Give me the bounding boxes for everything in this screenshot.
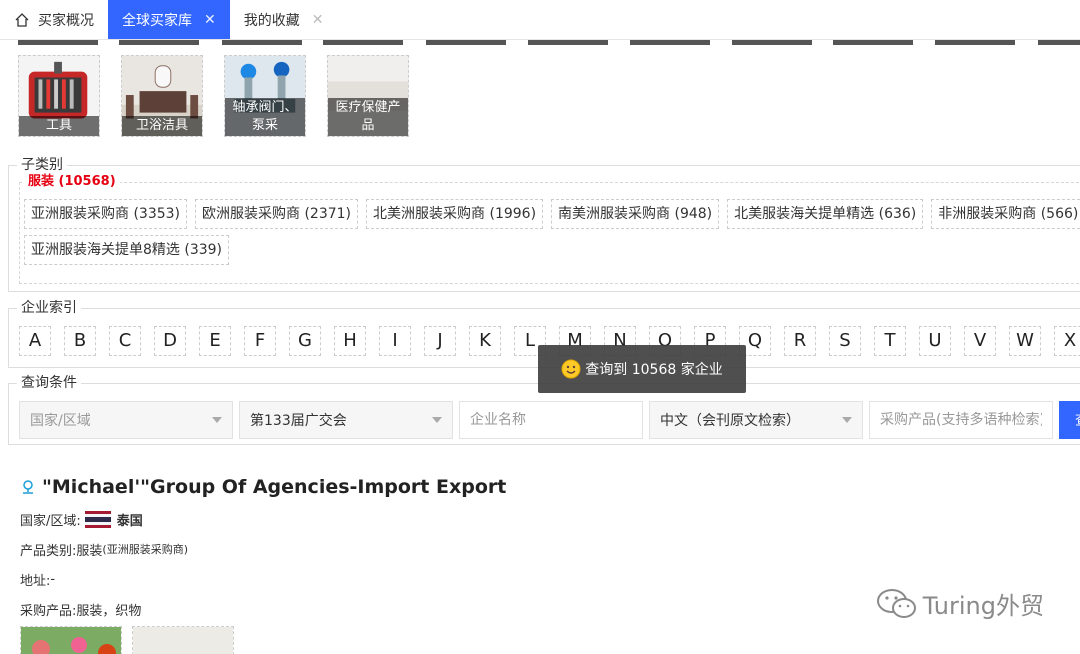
category-sub: (亚洲服装采购商) <box>102 543 188 556</box>
letter-button-u[interactable]: U <box>919 326 951 356</box>
home-icon <box>15 12 29 27</box>
wechat-icon <box>876 588 916 618</box>
letter-button-t[interactable]: T <box>874 326 906 356</box>
letter-button-e[interactable]: E <box>199 326 231 356</box>
letter-button-f[interactable]: F <box>244 326 276 356</box>
query-legend: 查询条件 <box>17 374 81 392</box>
fair-value: 第133届广交会 <box>250 413 347 429</box>
subcategory-chip[interactable]: 非洲服装采购商 (566) <box>931 199 1080 229</box>
products-value: 服装，织物 <box>76 603 142 619</box>
country-line: 国家/区域: 泰国 <box>20 508 1060 530</box>
subcategory-chip-list: 亚洲服装采购商 (3353) 欧洲服装采购商 (2371) 北美洲服装采购商 (… <box>24 199 1080 265</box>
product-thumbnail[interactable] <box>132 626 234 654</box>
address-label: 地址: <box>20 573 51 589</box>
category-label: 医疗保健产品 <box>328 98 408 136</box>
letter-button-w[interactable]: W <box>1009 326 1041 356</box>
company-name-input[interactable] <box>459 401 643 439</box>
tab-bar: 买家概况 全球买家库 ✕ 我的收藏 ✕ <box>0 0 1080 40</box>
subcategory-chip[interactable]: 北美服装海关提单精选 (636) <box>727 199 924 229</box>
letter-button-a[interactable]: A <box>19 326 51 356</box>
subcategory-chip[interactable]: 欧洲服装采购商 (2371) <box>195 199 359 229</box>
letter-button-v[interactable]: V <box>964 326 996 356</box>
subcategory-legend: 子类别 <box>17 156 67 174</box>
category-label: 轴承阀门、泵采 <box>225 98 305 136</box>
tab-label: 我的收藏 <box>243 12 300 29</box>
letter-button-x[interactable]: X <box>1054 326 1080 356</box>
subcategory-chip[interactable]: 亚洲服装采购商 (3353) <box>24 199 188 229</box>
chevron-down-icon <box>432 417 442 423</box>
category-line: 产品类别: 服装 (亚洲服装采购商) <box>20 538 1060 560</box>
chevron-down-icon <box>212 417 222 423</box>
result-count-toast: 查询到 10568 家企业 <box>538 345 746 393</box>
watermark-text: Turing外贸 <box>922 592 1044 620</box>
letter-button-r[interactable]: R <box>784 326 816 356</box>
letter-button-g[interactable]: G <box>289 326 321 356</box>
subcategory-chip[interactable]: 亚洲服装海关提单8精选 (339) <box>24 235 230 265</box>
fair-select[interactable]: 第133届广交会 <box>239 401 453 439</box>
tab-label: 买家概况 <box>38 12 94 29</box>
thailand-flag-icon <box>84 510 111 528</box>
smile-icon <box>561 359 581 379</box>
letter-button-s[interactable]: S <box>829 326 861 356</box>
language-value: 中文（会刊原文检索） <box>660 413 800 429</box>
category-card-bathroom[interactable]: 卫浴洁具 <box>121 55 203 137</box>
query-row: 国家/区域 第133届广交会 中文（会刊原文检索） 查 <box>19 401 1080 439</box>
fabric-floral-image <box>21 627 121 654</box>
letter-button-c[interactable]: C <box>109 326 141 356</box>
toast-text: 查询到 10568 家企业 <box>585 362 723 378</box>
tab-global-buyer-db[interactable]: 全球买家库 ✕ <box>108 0 230 39</box>
country-value: 泰国 <box>116 513 143 529</box>
language-select[interactable]: 中文（会刊原文检索） <box>649 401 863 439</box>
product-input[interactable] <box>869 401 1053 439</box>
letter-button-b[interactable]: B <box>64 326 96 356</box>
subcategory-section: 子类别 服装 (10568) 亚洲服装采购商 (3353) 欧洲服装采购商 (2… <box>8 156 1080 292</box>
fabric-plain-image <box>133 627 233 654</box>
chevron-down-icon <box>842 417 852 423</box>
search-button[interactable]: 查 <box>1059 401 1080 439</box>
letter-button-j[interactable]: J <box>424 326 456 356</box>
subcategory-chip[interactable]: 南美洲服装采购商 (948) <box>551 199 720 229</box>
close-icon[interactable]: ✕ <box>204 12 216 28</box>
category-label: 工具 <box>19 116 99 136</box>
company-name: "Michael'"Group Of Agencies-Import Expor… <box>42 476 507 498</box>
subcategory-heading[interactable]: 服装 (10568) <box>24 174 120 190</box>
region-placeholder: 国家/区域 <box>30 413 91 429</box>
products-label: 采购产品: <box>20 603 77 619</box>
category-value: 服装 <box>76 543 103 559</box>
address-value: - <box>50 571 56 587</box>
company-title[interactable]: "Michael'"Group Of Agencies-Import Expor… <box>20 474 1060 500</box>
tab-label: 全球买家库 <box>122 12 192 29</box>
category-label: 卫浴洁具 <box>122 116 202 136</box>
tab-my-favorites[interactable]: 我的收藏 ✕ <box>230 0 338 39</box>
company-index-legend: 企业索引 <box>17 299 81 317</box>
product-thumbnails <box>20 626 234 654</box>
tab-buyer-overview[interactable]: 买家概况 <box>0 0 108 39</box>
category-label: 产品类别: <box>20 543 77 559</box>
category-card-medical[interactable]: 医疗保健产品 <box>327 55 409 137</box>
watermark: Turing外贸 <box>875 586 1044 621</box>
subcategory-group: 服装 (10568) 亚洲服装采购商 (3353) 欧洲服装采购商 (2371)… <box>19 174 1080 284</box>
country-label: 国家/区域: <box>20 513 81 529</box>
category-row: 工具 卫浴洁具 轴承阀门、泵采 医疗保健产品 <box>18 55 409 137</box>
letter-button-i[interactable]: I <box>379 326 411 356</box>
close-icon[interactable]: ✕ <box>312 12 324 28</box>
region-select[interactable]: 国家/区域 <box>19 401 233 439</box>
letter-button-h[interactable]: H <box>334 326 366 356</box>
letter-button-k[interactable]: K <box>469 326 501 356</box>
letter-button-d[interactable]: D <box>154 326 186 356</box>
subcategory-chip[interactable]: 北美洲服装采购商 (1996) <box>366 199 544 229</box>
product-thumbnail[interactable] <box>20 626 122 654</box>
location-pin-icon <box>23 480 33 494</box>
category-card-tools[interactable]: 工具 <box>18 55 100 137</box>
category-row-cut-off <box>18 40 1080 46</box>
category-card-valves[interactable]: 轴承阀门、泵采 <box>224 55 306 137</box>
